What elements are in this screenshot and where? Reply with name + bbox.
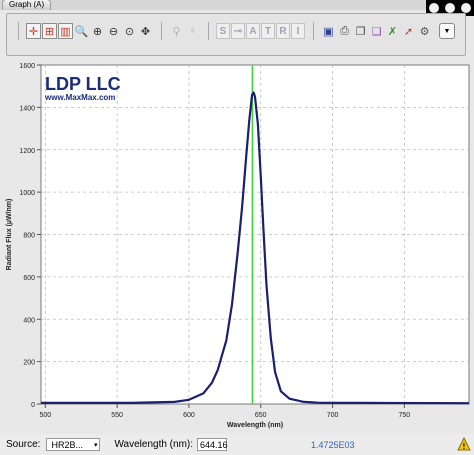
zoom-fit-button[interactable]: ⊙ bbox=[122, 23, 137, 39]
zoom-out-button[interactable]: ⊖ bbox=[106, 23, 121, 39]
y-tick-label: 600 bbox=[23, 275, 35, 282]
grid-icon: ⊞ bbox=[44, 25, 55, 38]
plot-background bbox=[40, 64, 470, 405]
letter-button[interactable]: I bbox=[291, 23, 305, 39]
grid-button[interactable]: ⊞ bbox=[42, 23, 57, 39]
y-tick-label: 1600 bbox=[19, 63, 35, 70]
export-button[interactable]: ➚ bbox=[401, 23, 416, 39]
zoom-fit-icon: ⊙ bbox=[124, 25, 135, 38]
print-icon: ⎙ bbox=[340, 24, 349, 37]
wavelength-label: Wavelength (nm): bbox=[114, 439, 194, 450]
letter-button[interactable]: T bbox=[261, 23, 275, 39]
x-tick-label: 750 bbox=[399, 412, 411, 419]
x-tick-label: 550 bbox=[111, 412, 123, 419]
export-icon: ➚ bbox=[403, 25, 414, 38]
zoom-box-button[interactable]: 🔍 bbox=[74, 23, 89, 39]
save-icon: ▣ bbox=[323, 25, 334, 38]
logo-title: LDP LLC bbox=[45, 74, 121, 94]
y-tick-label: 800 bbox=[23, 233, 35, 240]
source-select[interactable]: HR2B... ▾ bbox=[46, 438, 101, 451]
zoom-in-icon: ⊕ bbox=[92, 25, 103, 38]
copy-data-icon: ❏ bbox=[371, 25, 382, 38]
tab-bar: Graph (A) bbox=[0, 0, 474, 10]
spectrum-chart[interactable]: 500 550 600 650 700 750 0 200 400 600 800 1000 1200 1… bbox=[0, 57, 474, 429]
x-tick-label: 700 bbox=[327, 412, 339, 419]
control-dot-icon[interactable] bbox=[429, 3, 439, 13]
zoom-box-icon: 🔍 bbox=[74, 25, 89, 38]
toolbar-separator bbox=[18, 22, 19, 40]
settings-button[interactable]: ⚙ bbox=[417, 23, 432, 39]
pan-button[interactable]: ✥ bbox=[138, 23, 153, 39]
wavelength-input[interactable]: 644.16 bbox=[197, 438, 228, 451]
copy-icon: ❐ bbox=[355, 25, 366, 38]
svg-text:!: ! bbox=[463, 442, 466, 451]
letter-button[interactable]: S bbox=[216, 23, 230, 39]
letter-button[interactable]: R bbox=[276, 23, 290, 39]
battery-button[interactable]: ▥ bbox=[58, 23, 73, 39]
copy-data-button[interactable]: ❏ bbox=[369, 23, 384, 39]
y-tick-label: 400 bbox=[23, 317, 35, 324]
crosshair-button[interactable]: ✛ bbox=[26, 23, 41, 39]
source-value: HR2B... bbox=[51, 440, 83, 450]
control-dot-icon[interactable] bbox=[461, 3, 471, 13]
copy-button[interactable]: ❐ bbox=[353, 23, 368, 39]
x-tick-label: 650 bbox=[255, 412, 267, 419]
logo-url: www.MaxMax.com bbox=[44, 93, 115, 102]
chevron-down-icon: ▼ bbox=[443, 27, 451, 35]
y-tick-label: 200 bbox=[23, 360, 35, 367]
pin-icon: ⚲ bbox=[172, 25, 181, 38]
pin-button[interactable]: ⚲ bbox=[169, 23, 184, 39]
print-button[interactable]: ⎙ bbox=[337, 23, 352, 39]
y-tick-label: 0 bbox=[31, 402, 35, 409]
chevron-down-icon: ▾ bbox=[93, 442, 98, 449]
overlay-button[interactable]: ✗ bbox=[385, 23, 400, 39]
zoom-out-icon: ⊖ bbox=[108, 25, 119, 38]
letter-button[interactable]: ⊸ bbox=[231, 23, 245, 39]
status-bar: Source: HR2B... ▾ Wavelength (nm): 644.1… bbox=[0, 434, 474, 455]
toolbar-separator bbox=[161, 22, 162, 40]
value-readout: 1.4725E03 bbox=[311, 439, 355, 450]
x-axis-label: Wavelength (nm) bbox=[227, 422, 283, 429]
zoom-in-button[interactable]: ⊕ bbox=[90, 23, 105, 39]
battery-icon: ▥ bbox=[60, 25, 71, 38]
y-tick-label: 1400 bbox=[19, 105, 35, 112]
tab-graph-a[interactable]: Graph (A) bbox=[2, 0, 52, 10]
overlay-icon: ✗ bbox=[387, 25, 398, 38]
x-tick-label: 600 bbox=[183, 412, 195, 419]
save-button[interactable]: ▣ bbox=[321, 23, 336, 39]
letter-button[interactable]: A bbox=[246, 23, 260, 39]
y-tick-label: 1000 bbox=[19, 190, 35, 197]
crosshair-icon: ✛ bbox=[28, 25, 39, 38]
bulb-icon: ♀ bbox=[188, 25, 197, 37]
settings-icon: ⚙ bbox=[419, 25, 430, 38]
x-tick-label: 500 bbox=[39, 412, 51, 419]
toolbar-separator bbox=[313, 22, 314, 40]
warning-icon[interactable]: ! bbox=[457, 437, 471, 451]
y-tick-label: 1200 bbox=[19, 148, 35, 155]
source-label: Source: bbox=[6, 439, 41, 450]
toolbar-menu-button[interactable]: ▼ bbox=[439, 23, 455, 39]
control-dot-icon[interactable] bbox=[445, 3, 455, 13]
toolbar-panel: ✛ ⊞ ▥ 🔍 ⊕ ⊖ ⊙ ✥ ⚲ ♀ S ⊸ A T R I ▣ ⎙ ❐ ❏ ✗ ➚ ⚙ ▼ bbox=[6, 13, 466, 56]
chart-panel[interactable]: 500 550 600 650 700 750 0 200 400 600 800 1000 1200 1… bbox=[0, 57, 474, 429]
toolbar-separator bbox=[208, 22, 209, 40]
pan-icon: ✥ bbox=[140, 25, 151, 38]
toolbar: ✛ ⊞ ▥ 🔍 ⊕ ⊖ ⊙ ✥ ⚲ ♀ S ⊸ A T R I ▣ ⎙ ❐ ❏ ✗ ➚ ⚙ ▼ bbox=[11, 20, 459, 42]
y-axis-label: Radiant Flux (µW/nm) bbox=[6, 199, 13, 271]
bulb-button[interactable]: ♀ bbox=[185, 23, 200, 39]
